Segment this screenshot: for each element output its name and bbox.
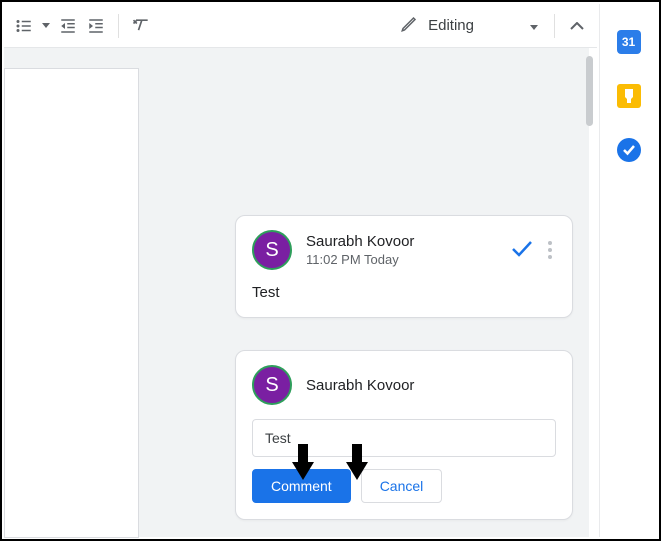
- comment-header: S Saurabh Kovoor 11:02 PM Today: [252, 230, 556, 270]
- bulleted-list-button[interactable]: [10, 10, 38, 42]
- collapse-toolbar-button[interactable]: [563, 10, 591, 42]
- avatar: S: [252, 230, 292, 270]
- tasks-icon[interactable]: [617, 138, 641, 162]
- side-panel: 31: [599, 4, 657, 537]
- calendar-day-number: 31: [622, 35, 635, 49]
- toolbar-separator: [554, 14, 555, 38]
- comment-more-button[interactable]: [544, 237, 556, 263]
- document-page[interactable]: [4, 68, 139, 538]
- resolve-button[interactable]: [510, 238, 534, 263]
- toolbar: Editing: [4, 4, 597, 48]
- comment-author: Saurabh Kovoor: [306, 233, 496, 250]
- annotation-arrow: [292, 444, 314, 480]
- keep-icon[interactable]: [617, 84, 641, 108]
- comment-timestamp: 11:02 PM Today: [306, 252, 496, 267]
- editing-mode-label: Editing: [428, 17, 474, 34]
- comment-body: Test: [252, 284, 556, 301]
- reply-card: S Saurabh Kovoor Test Comment Cancel: [235, 350, 573, 520]
- avatar: S: [252, 365, 292, 405]
- toolbar-separator: [118, 14, 119, 38]
- cancel-button[interactable]: Cancel: [361, 469, 443, 503]
- annotation-arrow: [346, 444, 368, 480]
- editing-mode-selector[interactable]: Editing: [392, 11, 546, 41]
- avatar-initial: S: [265, 239, 278, 262]
- increase-indent-button[interactable]: [82, 10, 110, 42]
- reply-author: Saurabh Kovoor: [306, 377, 414, 394]
- clear-formatting-button[interactable]: [127, 10, 155, 42]
- decrease-indent-button[interactable]: [54, 10, 82, 42]
- reply-header: S Saurabh Kovoor: [252, 365, 556, 405]
- pencil-icon: [400, 15, 418, 37]
- editing-mode-caret-icon: [530, 17, 538, 34]
- reply-input-value: Test: [265, 430, 291, 446]
- bulleted-list-dropdown[interactable]: [38, 10, 54, 42]
- scrollbar-thumb[interactable]: [586, 56, 593, 126]
- calendar-icon[interactable]: 31: [617, 30, 641, 54]
- avatar-initial: S: [265, 374, 278, 397]
- list-tools-group: [10, 10, 110, 42]
- app-frame: Editing S Saurabh Kovoor 11:02 PM Today: [0, 0, 661, 541]
- comment-card[interactable]: S Saurabh Kovoor 11:02 PM Today Test: [235, 215, 573, 318]
